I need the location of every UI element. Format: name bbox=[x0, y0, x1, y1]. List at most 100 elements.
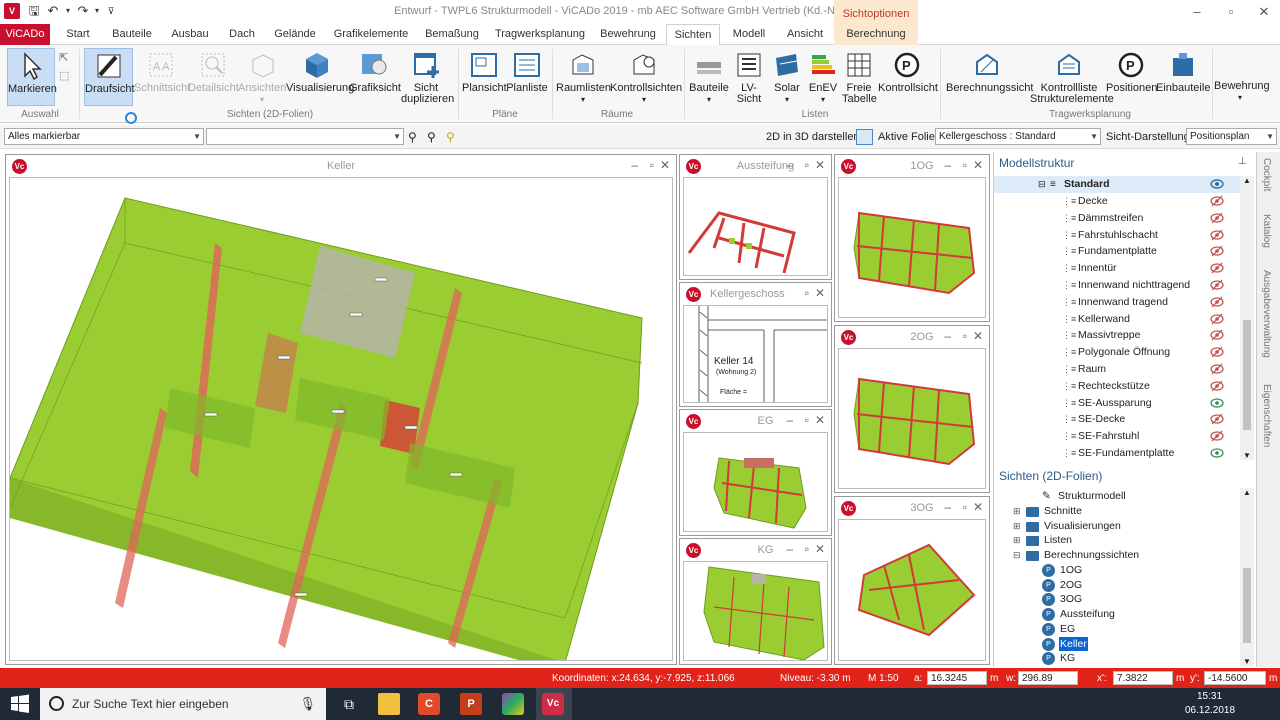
sidetab-cockpit[interactable]: Cockpit bbox=[1261, 158, 1272, 191]
view-pane-kg[interactable]: Vc KG – ▫ ✕ bbox=[679, 538, 832, 665]
tree-item-layer[interactable]: ⋮≡ Innentür bbox=[994, 260, 1240, 277]
maximize-icon[interactable]: ▫ bbox=[805, 542, 809, 556]
binoculars-icon[interactable]: ⚲ bbox=[408, 130, 417, 144]
enev-button[interactable]: EnEV ▾ bbox=[806, 48, 840, 105]
status-scale[interactable]: M 1:50 bbox=[868, 673, 899, 684]
1og-viewport[interactable] bbox=[838, 177, 986, 318]
3og-viewport[interactable] bbox=[838, 519, 986, 661]
secondary-filter-dropdown[interactable]: ▼ bbox=[206, 128, 404, 145]
eye-hidden-icon[interactable] bbox=[1210, 346, 1224, 358]
solar-button[interactable]: Solar ▾ bbox=[770, 48, 804, 105]
grafiksicht-button[interactable]: Grafiksicht bbox=[349, 48, 401, 94]
aussteifung-viewport[interactable] bbox=[683, 177, 828, 276]
tree-item-layer[interactable]: ⋮≡ Polygonale Öffnung bbox=[994, 344, 1240, 361]
scroll-up-icon[interactable]: ▲ bbox=[1240, 176, 1254, 185]
bauteile-list-button[interactable]: Bauteile ▾ bbox=[688, 48, 730, 105]
eye-hidden-icon[interactable] bbox=[1210, 329, 1224, 341]
eye-hidden-icon[interactable] bbox=[1210, 229, 1224, 241]
maximize-icon[interactable]: ▫ bbox=[963, 158, 967, 172]
maximize-icon[interactable]: ▫ bbox=[963, 500, 967, 514]
detailsicht-button[interactable]: Detailsicht bbox=[188, 48, 239, 94]
aktive-folie-dropdown[interactable]: Kellergeschoss : Standard ▼ bbox=[935, 128, 1101, 145]
tab-start[interactable]: Start bbox=[56, 24, 100, 45]
view-pane-eg[interactable]: Vc EG – ▫ ✕ bbox=[679, 409, 832, 536]
sidetab-eigenschaften[interactable]: Eigenschaften bbox=[1261, 384, 1272, 447]
view-pane-kellergeschoss[interactable]: Vc Kellergeschoss ▫ ✕ Keller 14 (Wohnung… bbox=[679, 282, 832, 407]
tab-dach[interactable]: Dach bbox=[222, 24, 262, 45]
tree-item-layer[interactable]: ⋮≡ Massivtreppe bbox=[994, 327, 1240, 344]
eye-icon[interactable] bbox=[1210, 178, 1224, 190]
graphics-app-icon[interactable] bbox=[502, 693, 524, 715]
maximize-icon[interactable]: ▫ bbox=[650, 158, 654, 172]
eye-hidden-icon[interactable] bbox=[1210, 296, 1224, 308]
tree-item-layer[interactable]: ⋮≡ Kellerwand bbox=[994, 311, 1240, 328]
einbauteile-button[interactable]: Einbauteile bbox=[1156, 48, 1210, 94]
input-y[interactable]: -14.5600 bbox=[1204, 671, 1266, 685]
close-icon[interactable]: ✕ bbox=[973, 329, 983, 343]
scroll-thumb[interactable] bbox=[1243, 568, 1251, 643]
eye-hidden-icon[interactable] bbox=[1210, 195, 1224, 207]
taskbar-search-input[interactable]: Zur Suche Text hier eingeben 🎙 bbox=[40, 688, 326, 720]
close-button[interactable]: ✕ bbox=[1254, 2, 1274, 22]
selection-filter-dropdown[interactable]: Alles markierbar ▼ bbox=[4, 128, 204, 145]
app-logo[interactable]: V bbox=[4, 3, 20, 19]
scroll-down-icon[interactable]: ▼ bbox=[1240, 451, 1254, 460]
sichten-scrollbar[interactable]: ▲ ▼ bbox=[1240, 488, 1254, 666]
kellergeschoss-viewport[interactable]: Keller 14 (Wohnung 2) Fläche = bbox=[683, 305, 828, 403]
schnittsicht-button[interactable]: A A Schnittsicht bbox=[134, 48, 190, 94]
2d-in-3d-toggle[interactable] bbox=[856, 129, 873, 145]
tab-gelaende[interactable]: Gelände bbox=[268, 24, 322, 45]
view-pane-2og[interactable]: Vc 2OG – ▫ ✕ bbox=[834, 325, 990, 493]
maximize-button[interactable]: ▫ bbox=[1221, 2, 1241, 22]
planliste-button[interactable]: Planliste bbox=[506, 48, 548, 94]
eye-hidden-icon[interactable] bbox=[1210, 430, 1224, 442]
select-mode-icon[interactable]: ⇱ bbox=[59, 51, 73, 65]
pin-icon[interactable]: ⊥ bbox=[1238, 156, 1247, 167]
tab-bemassung[interactable]: Bemaßung bbox=[420, 24, 484, 45]
visualisierung-button[interactable]: Visualisierung bbox=[286, 48, 354, 94]
tab-ausbau[interactable]: Ausbau bbox=[164, 24, 216, 45]
sicht-darstellung-dropdown[interactable]: Positionsplan ▼ bbox=[1186, 128, 1277, 145]
eye-hidden-icon[interactable] bbox=[1210, 212, 1224, 224]
raumlisten-button[interactable]: Raumlisten ▾ bbox=[556, 48, 611, 105]
undo-dropdown-icon[interactable]: ▾ bbox=[60, 3, 76, 19]
input-x[interactable]: 7.3822 bbox=[1113, 671, 1173, 685]
collapse-icon[interactable]: ⊟ bbox=[1013, 547, 1021, 564]
binoculars-filter-icon[interactable]: ⚲ bbox=[427, 130, 436, 144]
tab-grafikelemente[interactable]: Grafikelemente bbox=[328, 24, 414, 45]
kontrollsicht-button[interactable]: P Kontrollsicht bbox=[878, 48, 938, 94]
minimize-button[interactable]: – bbox=[1187, 2, 1207, 22]
minimize-icon[interactable]: – bbox=[944, 500, 951, 514]
tab-sichten[interactable]: Sichten bbox=[666, 24, 720, 46]
eye-icon[interactable] bbox=[1210, 447, 1224, 459]
close-icon[interactable]: ✕ bbox=[815, 413, 825, 427]
view-pane-aussteifung[interactable]: Vc Aussteifung – ▫ ✕ bbox=[679, 154, 832, 280]
tab-tragwerksplanung[interactable]: Tragwerksplanung bbox=[490, 24, 590, 45]
tree-root-standard[interactable]: ⊟ ≡ Standard bbox=[994, 176, 1240, 193]
microphone-icon[interactable]: 🎙 bbox=[299, 688, 316, 720]
tree-item-layer[interactable]: ⋮≡ SE-Aussparung bbox=[994, 395, 1240, 412]
freie-tabelle-button[interactable]: Freie Tabelle bbox=[840, 48, 878, 105]
3d-viewport[interactable] bbox=[9, 177, 673, 661]
maximize-icon[interactable]: ▫ bbox=[963, 329, 967, 343]
tree-item-layer[interactable]: ⋮≡ Fundamentplatte bbox=[994, 243, 1240, 260]
scroll-thumb[interactable] bbox=[1243, 320, 1251, 430]
windows-start-icon[interactable] bbox=[9, 693, 31, 715]
binoculars-color-icon[interactable]: ⚲ bbox=[446, 130, 455, 144]
tab-modell[interactable]: Modell bbox=[726, 24, 772, 45]
view-pane-keller[interactable]: Vc Keller – ▫ ✕ bbox=[5, 154, 677, 665]
tab-vicado[interactable]: ViCADo bbox=[0, 24, 50, 45]
app-c-icon[interactable]: C bbox=[418, 693, 440, 715]
tree-item-layer[interactable]: ⋮≡ SE-Fahrstuhl bbox=[994, 428, 1240, 445]
scroll-up-icon[interactable]: ▲ bbox=[1240, 488, 1254, 497]
modellstruktur-scrollbar[interactable]: ▲ ▼ bbox=[1240, 176, 1254, 460]
plansicht-button[interactable]: Plansicht bbox=[462, 48, 507, 94]
tab-ansicht[interactable]: Ansicht bbox=[778, 24, 832, 45]
eye-hidden-icon[interactable] bbox=[1210, 313, 1224, 325]
scroll-down-icon[interactable]: ▼ bbox=[1240, 657, 1254, 666]
sidetab-katalog[interactable]: Katalog bbox=[1261, 214, 1272, 248]
minimize-icon[interactable]: – bbox=[786, 542, 793, 556]
input-w[interactable]: 296.89 bbox=[1018, 671, 1078, 685]
kontrollsichten-button[interactable]: Kontrollsichten ▾ bbox=[610, 48, 682, 105]
minimize-icon[interactable]: – bbox=[786, 413, 793, 427]
